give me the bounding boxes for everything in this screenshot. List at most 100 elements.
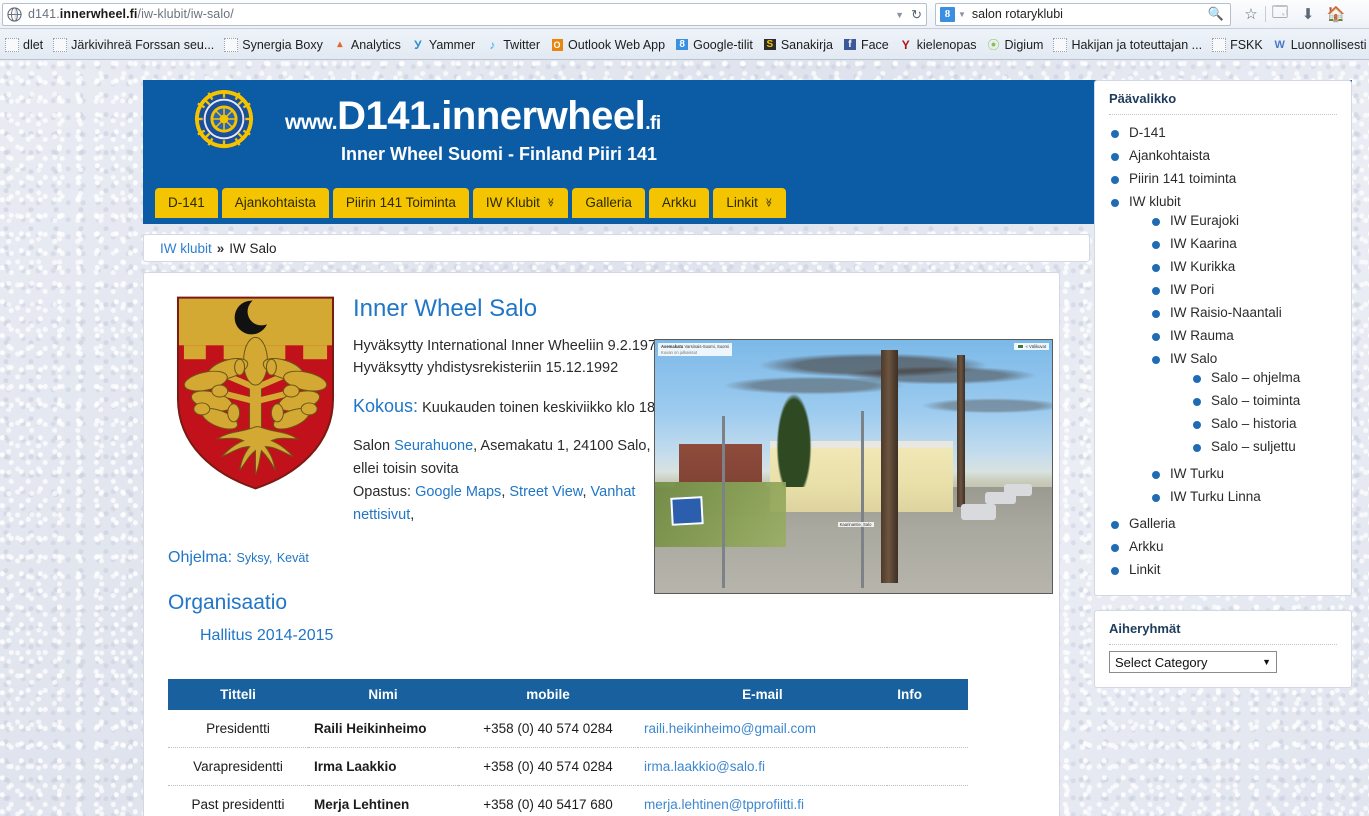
bullet-icon (1193, 398, 1201, 406)
sidebar-item-iw-turku[interactable]: IW Turku (1150, 462, 1337, 485)
address-bar[interactable]: d141.innerwheel.fi/iw-klubit/iw-salo/ ▼ … (2, 2, 927, 27)
seurahuone-link[interactable]: Seurahuone (394, 438, 473, 454)
sidebar-item-salo-historia[interactable]: Salo – historia (1191, 412, 1337, 435)
nav-item-galleria[interactable]: Galleria (572, 188, 645, 218)
bookmark-item[interactable]: O Outlook Web App (545, 34, 670, 56)
table-row: Presidentti Raili Heikinheimo +358 (0) 40 … (168, 710, 968, 748)
bullet-icon (1111, 521, 1119, 529)
bookmark-item[interactable]: Ykielenopas (894, 34, 982, 56)
meeting-address: Salon Seurahuone, Asemakatu 1, 24100 Sal… (353, 435, 653, 527)
sidebar-item-label: IW Kurikka (1170, 259, 1236, 274)
page-title: Inner Wheel Salo (353, 295, 538, 322)
downloads-icon[interactable]: ⬇ (1294, 3, 1322, 26)
blank-favicon (224, 37, 239, 52)
board-email-link[interactable]: irma.laakkio@salo.fi (644, 759, 765, 774)
sidebar-item-galleria[interactable]: Galleria (1109, 512, 1337, 535)
sidebar-item-piirin-141-toiminta[interactable]: Piirin 141 toiminta (1109, 167, 1337, 190)
sidebar-item-iw-eurajoki[interactable]: IW Eurajoki (1150, 209, 1337, 232)
search-input-value[interactable]: salon rotaryklubi (972, 7, 1063, 21)
program-label: Ohjelma: (168, 549, 233, 566)
bing-icon: 8 (675, 38, 689, 52)
bookmark-item[interactable]: Hakijan ja toteuttajan ... (1048, 34, 1207, 56)
nav-item-linkit[interactable]: Linkit ≫ (713, 188, 787, 218)
sidebar-item-arkku[interactable]: Arkku (1109, 535, 1337, 558)
home-icon[interactable]: 🏠 (1322, 3, 1350, 26)
bullet-icon (1111, 176, 1119, 184)
google-maps-link[interactable]: Google Maps (415, 484, 501, 500)
street-view-image[interactable]: Asemakatu Varsinais-Suomi, Suomi Kuvan o… (654, 339, 1053, 594)
bookmark-item[interactable]: 8 Google-tilit (670, 34, 758, 56)
breadcrumb-parent-link[interactable]: IW klubit (160, 241, 212, 256)
sidebar-item-salo-suljettu[interactable]: Salo – suljettu (1191, 435, 1337, 458)
sidebar-item-iw-kaarina[interactable]: IW Kaarina (1150, 232, 1337, 255)
sidebar-item-label: Salo – ohjelma (1211, 370, 1301, 385)
sidebar-item-iw-klubit[interactable]: IW klubit IW Eurajoki IW Kaarina IW Kurikka… (1109, 190, 1337, 512)
sidebar-item-iw-raisio-naantali[interactable]: IW Raisio-Naantali (1150, 301, 1337, 324)
bing-icon[interactable]: 8 (940, 6, 955, 22)
blank-favicon (53, 37, 68, 52)
sidebar-item-salo-toiminta[interactable]: Salo – toiminta (1191, 389, 1337, 412)
chevron-down-icon[interactable]: ▼ (958, 10, 966, 19)
sidebar-item-iw-kurikka[interactable]: IW Kurikka (1150, 255, 1337, 278)
photo-traffic-pole-left (722, 415, 726, 588)
sidebar-item-iw-pori[interactable]: IW Pori (1150, 278, 1337, 301)
bookmark-item[interactable]: S Sanakirja (758, 34, 838, 56)
sidebar-item-linkit[interactable]: Linkit (1109, 558, 1337, 581)
nav-item-arkku[interactable]: Arkku (648, 188, 710, 218)
bookmark-star-icon[interactable]: ☆ (1237, 3, 1265, 26)
nav-item-d-141[interactable]: D-141 (155, 188, 218, 218)
board-mobile: +358 (0) 40 5417 680 (458, 785, 638, 816)
address-bar-actions: ▼ ↻ (895, 4, 922, 27)
chevron-down-icon: ≫ (546, 197, 557, 208)
bookmark-item[interactable]: dlet (0, 34, 48, 56)
thumbnail-swatch-icon (1016, 344, 1024, 349)
main-menu-title: Päävalikko (1109, 91, 1337, 115)
nav-item-ajankohtaista[interactable]: Ajankohtaista (221, 188, 329, 218)
bookmark-item[interactable]: f Face (838, 34, 894, 56)
search-icon[interactable]: 🔍 (1208, 6, 1224, 22)
bookmark-item[interactable]: Järkivihreä Forssan seu... (48, 34, 219, 56)
categories-title: Aiheryhmät (1109, 621, 1337, 645)
directions-label: Opastus: (353, 484, 416, 500)
sidebar-item-ajankohtaista[interactable]: Ajankohtaista (1109, 144, 1337, 167)
board-name: Merja Lehtinen (308, 785, 458, 816)
bookmark-item[interactable]: ♪ Twitter (480, 34, 545, 56)
street-view-link[interactable]: Street View (509, 484, 582, 500)
program-autumn-link[interactable]: Syksy (236, 551, 268, 565)
bookmark-label: dlet (23, 37, 44, 52)
sidebar-item-iw-salo[interactable]: IW Salo Salo – ohjelma Salo – toiminta Salo… (1150, 347, 1337, 462)
sidebar-item-iw-turku-linna[interactable]: IW Turku Linna (1150, 485, 1337, 508)
bookmark-item[interactable]: ▴ Analytics (328, 34, 406, 56)
chevron-down-icon[interactable]: ▼ (895, 10, 904, 20)
bookmark-item[interactable]: ⦿ Digium (982, 34, 1049, 56)
sidebar-item-label: IW klubit (1129, 194, 1181, 209)
search-bar[interactable]: 8 ▼ salon rotaryklubi 🔍 (935, 2, 1231, 26)
category-select[interactable]: Select Category ▼ (1109, 651, 1277, 673)
nav-item-label: Ajankohtaista (234, 195, 316, 210)
board-table-header-cell: mobile (458, 679, 638, 710)
reload-icon[interactable]: ↻ (911, 7, 922, 23)
sidebar-item-d-141[interactable]: D-141 (1109, 121, 1337, 144)
bookmark-item[interactable]: Synergia Boxy (219, 34, 328, 56)
sidebar-item-label: Arkku (1129, 539, 1164, 554)
sidebar-item-label: Salo – toiminta (1211, 393, 1301, 408)
nav-item-iw-klubit[interactable]: IW Klubit ≫ (472, 188, 569, 218)
bookmark-item[interactable]: У Yammer (406, 34, 480, 56)
nav-item-piirin-141-toiminta[interactable]: Piirin 141 Toiminta (332, 188, 469, 218)
address-prefix: Salon (353, 438, 395, 454)
sanakirja-icon: S (763, 38, 777, 52)
bookmark-label: FSKK (1230, 37, 1263, 52)
board-email-link[interactable]: raili.heikinheimo@gmail.com (644, 721, 816, 736)
bookmark-item[interactable]: FSKK (1207, 34, 1268, 56)
program-spring-link[interactable]: Kevät (277, 551, 309, 565)
board-link[interactable]: Hallitus 2014-2015 (200, 627, 1035, 645)
sidebar-item-iw-rauma[interactable]: IW Rauma (1150, 324, 1337, 347)
main-content-card: Inner Wheel Salo Hyväksytty Internationa… (143, 272, 1060, 816)
board-email-link[interactable]: merja.lehtinen@tpprofiitti.fi (644, 797, 804, 812)
sidebar-item-salo-ohjelma[interactable]: Salo – ohjelma (1191, 366, 1337, 389)
nav-item-label: Galleria (585, 195, 632, 210)
street-view-thumbnails-button[interactable]: « Välikuvat (1013, 343, 1049, 350)
bookmark-item[interactable]: W Luonnollisesti ihon hy... (1268, 34, 1369, 56)
reading-list-icon[interactable]: 🗔 (1266, 3, 1294, 26)
sidebar-item-label: IW Pori (1170, 282, 1215, 297)
